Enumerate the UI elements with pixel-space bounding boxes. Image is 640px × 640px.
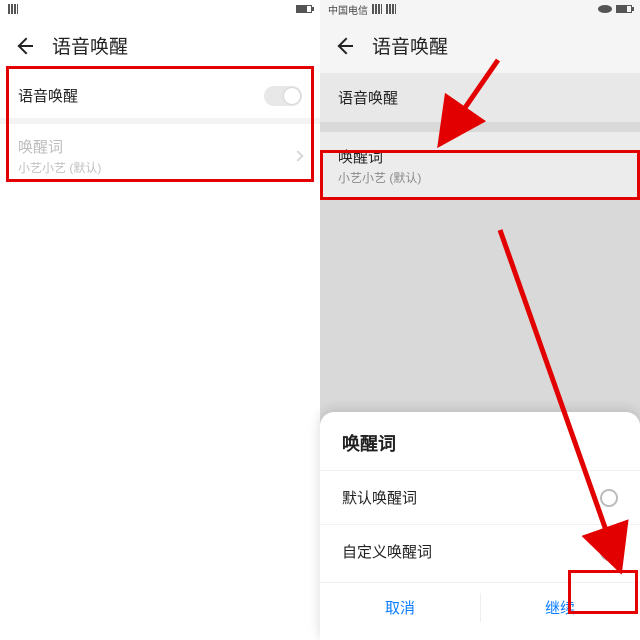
option-default-label: 默认唤醒词 [342, 487, 417, 508]
wakeword-value-right: 小艺小艺 (默认) [338, 169, 622, 186]
battery-icon [616, 5, 632, 13]
statusbar-left [0, 0, 320, 18]
wakeword-label-right: 唤醒词 [338, 146, 622, 167]
radio-icon [600, 489, 618, 507]
screenshot-right: 中国电信 语音唤醒 语音唤醒 唤醒词 小艺小艺 (默认) 唤醒词 默认唤醒词 自… [320, 0, 640, 640]
screenshot-left: 语音唤醒 语音唤醒 唤醒词 小艺小艺 (默认) [0, 0, 320, 640]
sheet-button-row: 取消 继续 [320, 582, 640, 632]
page-title: 语音唤醒 [52, 32, 128, 59]
radio-icon [600, 543, 618, 561]
spacer [320, 122, 640, 132]
option-custom-label: 自定义唤醒词 [342, 541, 432, 562]
continue-button[interactable]: 继续 [480, 583, 640, 632]
header-right: 语音唤醒 [320, 18, 640, 73]
wakeword-label: 唤醒词 [18, 136, 101, 157]
voice-wake-toggle-row[interactable]: 语音唤醒 [0, 73, 320, 118]
cancel-button[interactable]: 取消 [320, 583, 480, 632]
sheet-title: 唤醒词 [320, 430, 640, 470]
back-icon[interactable] [334, 36, 354, 56]
wakeword-row[interactable]: 唤醒词 小艺小艺 (默认) [0, 124, 320, 188]
wakeword-bottom-sheet: 唤醒词 默认唤醒词 自定义唤醒词 取消 继续 [320, 412, 640, 640]
back-icon[interactable] [14, 36, 34, 56]
statusbar-right: 中国电信 [320, 0, 640, 18]
carrier-label: 中国电信 [328, 2, 368, 17]
signal-icon [372, 4, 382, 14]
signal-icon-2 [386, 4, 396, 14]
header-left: 语音唤醒 [0, 18, 320, 73]
option-custom-wakeword[interactable]: 自定义唤醒词 [320, 524, 640, 578]
page-title-right: 语音唤醒 [372, 32, 448, 59]
voice-wake-row-right[interactable]: 语音唤醒 [320, 73, 640, 122]
wakeword-value: 小艺小艺 (默认) [18, 159, 101, 176]
voice-wake-label-right: 语音唤醒 [338, 90, 398, 107]
voice-wake-label: 语音唤醒 [18, 85, 78, 106]
eye-icon [598, 5, 612, 13]
wakeword-row-right[interactable]: 唤醒词 小艺小艺 (默认) [320, 132, 640, 200]
chevron-right-icon [292, 150, 303, 161]
voice-wake-toggle[interactable] [264, 86, 302, 106]
option-default-wakeword[interactable]: 默认唤醒词 [320, 470, 640, 524]
